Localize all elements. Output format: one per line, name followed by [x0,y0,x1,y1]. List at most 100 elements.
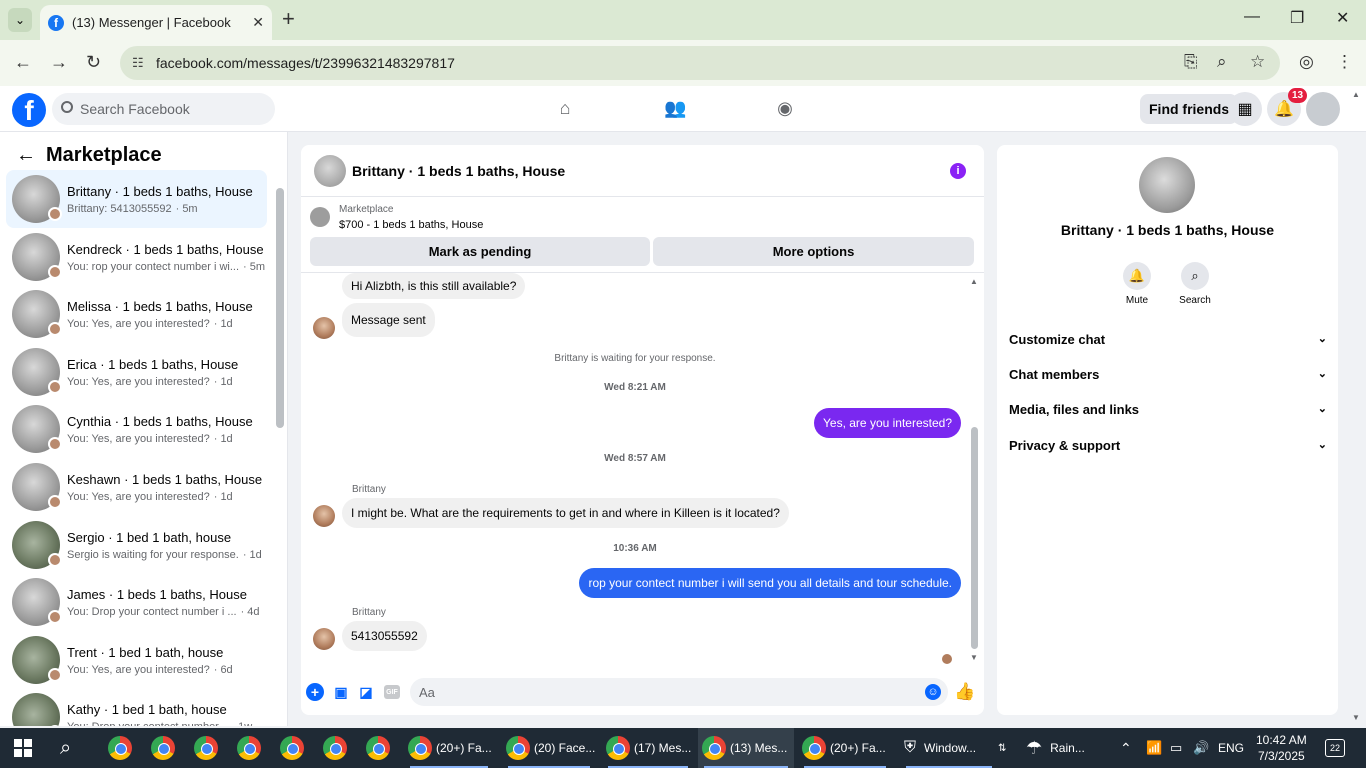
back-icon[interactable]: ← [14,52,32,73]
photo-icon[interactable]: ▣ [332,683,350,701]
chrome-taskbar-icon[interactable] [151,728,179,768]
page-scroll-down-icon[interactable]: ▼ [1352,713,1360,722]
reload-icon[interactable]: ↻ [86,52,101,73]
chat-avatar[interactable] [314,154,346,187]
conversation-item[interactable]: Brittany · 1 beds 1 baths, House Brittany… [6,170,267,228]
sender-avatar[interactable] [313,628,335,650]
restore-button[interactable]: ❐ [1290,8,1304,28]
chat-scrollbar[interactable] [971,427,978,649]
listing-banner: Marketplace $700 - 1 beds 1 baths, House… [301,197,984,273]
sender-avatar[interactable] [313,505,335,527]
chat-title[interactable]: Brittany · 1 beds 1 baths, House [352,163,565,179]
chat-members-row[interactable]: Chat members ⌄ [1009,367,1327,382]
tray-scroll-icon[interactable]: ⇅ [998,728,1006,768]
emoji-icon[interactable]: ☺ [925,684,941,700]
menu-grid-icon[interactable]: ▦ [1228,92,1262,126]
friends-icon[interactable]: 👥 [664,98,686,120]
more-options-button[interactable]: More options [653,237,974,266]
conversation-item[interactable]: Trent · 1 bed 1 bath, house You: Yes, are… [6,631,267,689]
conversation-item[interactable]: Cynthia · 1 beds 1 baths, House You: Yes,… [6,400,267,458]
new-tab-button[interactable]: + [282,8,295,30]
account-avatar[interactable] [1306,92,1340,126]
thumbs-up-icon[interactable]: 👍 [954,682,975,701]
sender-avatar[interactable] [313,317,335,339]
conversation-item[interactable]: Kathy · 1 bed 1 bath, house You: Drop you… [6,688,267,726]
mark-as-pending-button[interactable]: Mark as pending [310,237,650,266]
profile-avatar[interactable] [1139,157,1195,213]
participant-mini-avatar [48,495,62,509]
taskbar-window[interactable]: (20+) Fa... [404,728,494,768]
groups-icon[interactable]: ◉ [774,98,796,120]
chrome-taskbar-icon[interactable] [280,728,308,768]
windows-start-icon[interactable] [14,739,32,757]
find-friends-button[interactable]: Find friends [1140,94,1239,124]
shield-icon: ⛨ [904,739,917,756]
show-hidden-icons[interactable]: ⌃ [1120,728,1132,768]
conversation-item[interactable]: Kendreck · 1 beds 1 baths, House You: rop… [6,228,267,286]
chrome-taskbar-icon[interactable] [194,728,222,768]
close-window-button[interactable]: ✕ [1336,8,1349,28]
chrome-taskbar-icon[interactable] [237,728,265,768]
chrome-taskbar-icon[interactable] [366,728,394,768]
weather-widget[interactable]: ☂ Rain... [1026,728,1085,768]
install-app-icon[interactable]: ⎘ [1184,52,1198,72]
facebook-header: f Search Facebook ⌂ 👥 ◉ Find friends ▦ 🔔 [0,86,1366,132]
info-icon[interactable]: i [950,163,966,179]
bookmark-star-icon[interactable]: ☆ [1250,52,1265,72]
conversation-item[interactable]: James · 1 beds 1 baths, House You: Drop y… [6,573,267,631]
site-info-icon[interactable]: ☷ [132,55,144,71]
conversation-item[interactable]: Sergio · 1 bed 1 bath, house Sergio is wa… [6,516,267,574]
page-scroll-up-icon[interactable]: ▲ [1352,90,1360,99]
minimize-button[interactable]: — [1244,8,1260,26]
zoom-icon[interactable]: ⌕ [1217,52,1227,72]
facebook-logo-icon[interactable]: f [12,93,46,127]
taskbar-window[interactable]: (20) Face... [502,728,596,768]
conversation-item[interactable]: Keshawn · 1 beds 1 baths, House You: Yes,… [6,458,267,516]
privacy-support-row[interactable]: Privacy & support ⌄ [1009,438,1327,453]
forward-icon[interactable]: → [50,52,68,73]
search-facebook-input[interactable]: Search Facebook [52,93,275,125]
chrome-taskbar-icon[interactable] [108,728,136,768]
back-arrow-icon[interactable]: ← [16,144,36,167]
menu-kebab-icon[interactable]: ⋮ [1336,52,1353,72]
taskbar-window[interactable]: ⛨ Window... [900,728,998,768]
conversation-snippet: Sergio is waiting for your response. [67,548,239,561]
conversation-text: Erica · 1 beds 1 baths, House You: Yes, a… [67,357,267,388]
message-input[interactable]: Aa [410,678,948,706]
listing-detail[interactable]: $700 - 1 beds 1 baths, House [339,219,483,231]
taskbar-window-label: (17) Mes... [634,741,692,755]
wifi-icon[interactable]: 📶 [1146,728,1162,768]
taskbar-search-icon[interactable]: ⌕ [60,737,71,760]
taskbar-clock[interactable]: 10:42 AM 7/3/2025 [1256,732,1307,764]
customize-chat-row[interactable]: Customize chat ⌄ [1009,332,1327,347]
conversation-name: Sergio · 1 bed 1 bath, house [67,529,232,545]
browser-tab-active[interactable]: f (13) Messenger | Facebook ✕ [40,5,272,40]
battery-icon[interactable]: ▭ [1170,728,1182,768]
outgoing-message: rop your contect number i will send you … [579,568,961,598]
plus-icon[interactable]: + [306,683,324,701]
chrome-taskbar-icon[interactable] [323,728,351,768]
conversation-item[interactable]: Erica · 1 beds 1 baths, House You: Yes, a… [6,343,267,401]
mute-button[interactable]: 🔔 Mute [1107,262,1167,306]
conversation-item[interactable]: Melissa · 1 beds 1 baths, House You: Yes,… [6,285,267,343]
home-icon[interactable]: ⌂ [554,98,576,120]
taskbar-window-active[interactable]: (13) Mes... [698,728,794,768]
sticker-icon[interactable]: ◪ [357,683,375,701]
address-bar[interactable]: ☷ facebook.com/messages/t/23996321483297… [120,46,1280,80]
gif-icon[interactable]: GIF [384,685,400,699]
profile-icon[interactable]: ◎ [1299,52,1314,72]
sidebar-scrollbar[interactable] [276,188,284,428]
language-indicator[interactable]: ENG [1218,728,1244,768]
tab-search-button[interactable]: ⌄ [8,8,32,32]
taskbar-window[interactable]: (17) Mes... [602,728,694,768]
scroll-down-arrow-icon[interactable]: ▼ [970,653,978,662]
notification-center-icon[interactable]: 22 [1325,739,1345,757]
scroll-up-arrow-icon[interactable]: ▲ [970,277,978,286]
umbrella-icon: ☂ [1026,737,1043,758]
volume-icon[interactable]: 🔊 [1193,728,1209,768]
taskbar-window[interactable]: (20+) Fa... [798,728,892,768]
listing-thumbnail[interactable] [310,207,330,227]
tab-close-icon[interactable]: ✕ [252,14,264,31]
media-files-links-row[interactable]: Media, files and links ⌄ [1009,402,1327,417]
search-conversation-button[interactable]: ⌕ Search [1165,262,1225,306]
